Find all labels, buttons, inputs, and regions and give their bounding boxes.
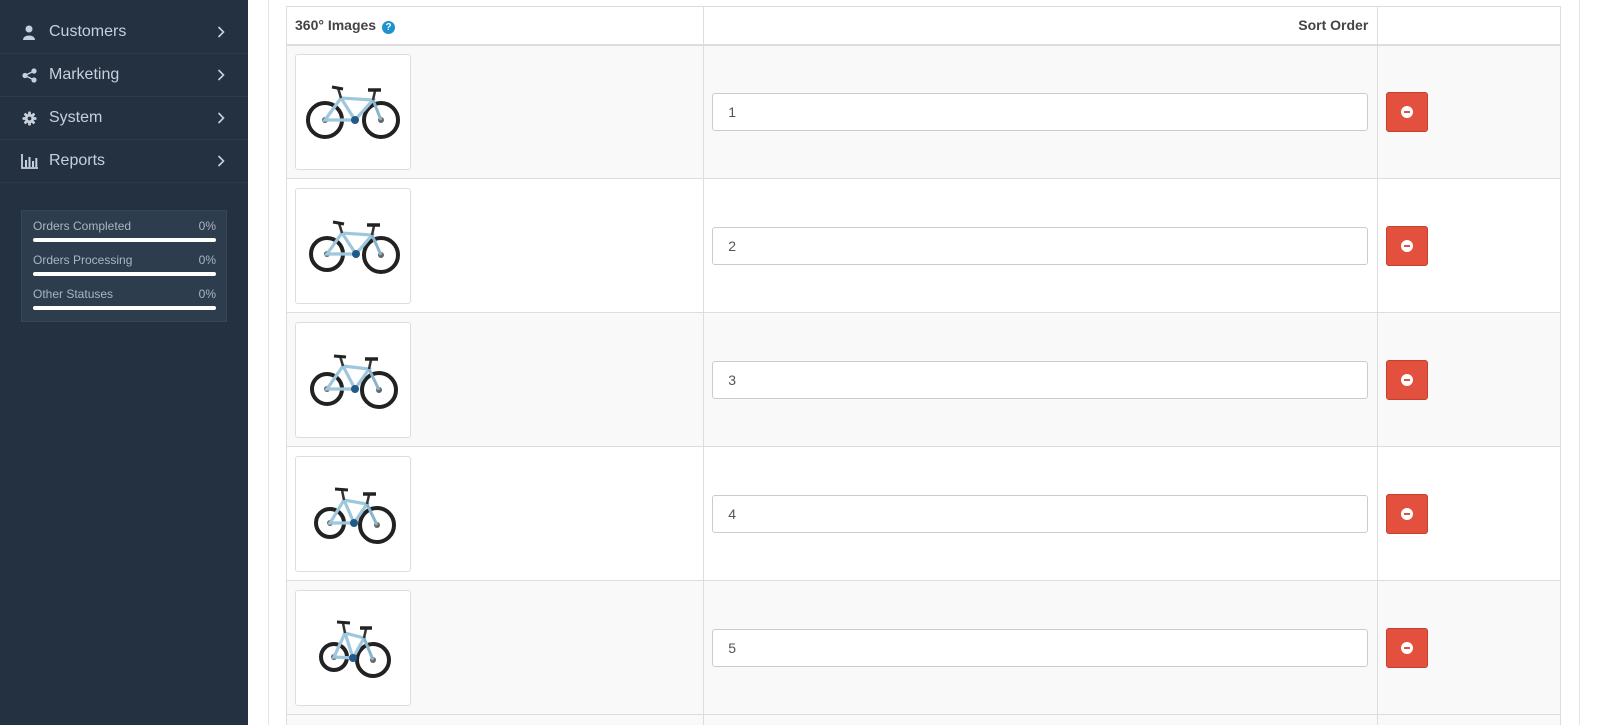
main-content: 360° Images ? Sort Order [248, 0, 1600, 725]
images-360-table: 360° Images ? Sort Order [285, 6, 1561, 725]
sidebar: Customers Marketing System Reports Order… [0, 0, 248, 725]
column-header-images: 360° Images ? [285, 6, 705, 46]
column-header-sort-order: Sort Order [703, 6, 1379, 46]
stat-label: Other Statuses [33, 287, 114, 301]
stat-label: Orders Completed [33, 219, 132, 233]
sort-order-input[interactable] [712, 226, 1369, 265]
bike-image-thumbnail[interactable] [295, 455, 411, 572]
bicycle-image [314, 487, 396, 544]
bike-image-thumbnail[interactable] [295, 321, 411, 438]
stat-other-statuses: Other Statuses 0% [33, 285, 216, 310]
user-icon [20, 23, 38, 41]
remove-image-button[interactable] [1386, 225, 1429, 266]
table-row [285, 44, 1561, 179]
sidebar-item-label: System [49, 109, 103, 126]
stat-orders-completed: Orders Completed 0% [33, 217, 216, 242]
bicycle-image [306, 85, 400, 139]
help-icon[interactable]: ? [382, 20, 395, 34]
bicycle-image [319, 620, 391, 678]
progress-bar [33, 238, 216, 242]
table-row [285, 178, 1561, 313]
sort-order-input[interactable] [712, 628, 1369, 667]
gear-icon [20, 109, 38, 127]
minus-circle-icon [1401, 239, 1414, 252]
remove-image-button[interactable] [1386, 627, 1429, 668]
remove-image-button[interactable] [1386, 359, 1429, 400]
sort-order-input[interactable] [712, 360, 1369, 399]
minus-circle-icon [1401, 507, 1414, 520]
stat-orders-processing: Orders Processing 0% [33, 251, 216, 276]
table-row [285, 714, 1561, 725]
bar-chart-icon [20, 152, 38, 170]
minus-circle-icon [1401, 373, 1414, 386]
sidebar-item-reports[interactable]: Reports [0, 140, 248, 183]
remove-image-button[interactable] [1386, 91, 1429, 132]
order-stats-panel: Orders Completed 0% Orders Processing 0%… [21, 210, 227, 322]
minus-circle-icon [1401, 641, 1414, 654]
table-row [285, 580, 1561, 715]
bicycle-image [309, 220, 400, 274]
share-icon [20, 66, 38, 84]
progress-bar [33, 306, 216, 310]
sort-order-input[interactable] [712, 494, 1369, 533]
chevron-right-icon [214, 25, 228, 39]
bike-image-thumbnail[interactable] [295, 53, 411, 170]
sidebar-item-marketing[interactable]: Marketing [0, 54, 248, 97]
sidebar-item-label: Customers [49, 23, 127, 40]
bike-image-thumbnail[interactable] [295, 589, 411, 706]
sort-order-input[interactable] [712, 92, 1369, 131]
progress-bar [33, 272, 216, 276]
sidebar-item-label: Reports [49, 152, 106, 169]
stat-value: 0% [198, 219, 216, 233]
sidebar-item-system[interactable]: System [0, 97, 248, 140]
stat-value: 0% [198, 253, 216, 267]
header-label: 360° Images [295, 16, 377, 33]
table-row [285, 312, 1561, 447]
table-header-row: 360° Images ? Sort Order [285, 6, 1561, 46]
stat-label: Orders Processing [33, 253, 133, 267]
bicycle-image [310, 354, 398, 409]
column-header-actions [1377, 6, 1561, 46]
chevron-right-icon [214, 154, 228, 168]
minus-circle-icon [1401, 105, 1414, 118]
bike-image-thumbnail[interactable] [295, 187, 411, 304]
sidebar-item-customers[interactable]: Customers [0, 0, 248, 54]
chevron-right-icon [214, 68, 228, 82]
stat-value: 0% [198, 287, 216, 301]
chevron-right-icon [214, 111, 228, 125]
table-row [285, 446, 1561, 581]
remove-image-button[interactable] [1386, 493, 1429, 534]
sidebar-item-label: Marketing [49, 66, 120, 83]
